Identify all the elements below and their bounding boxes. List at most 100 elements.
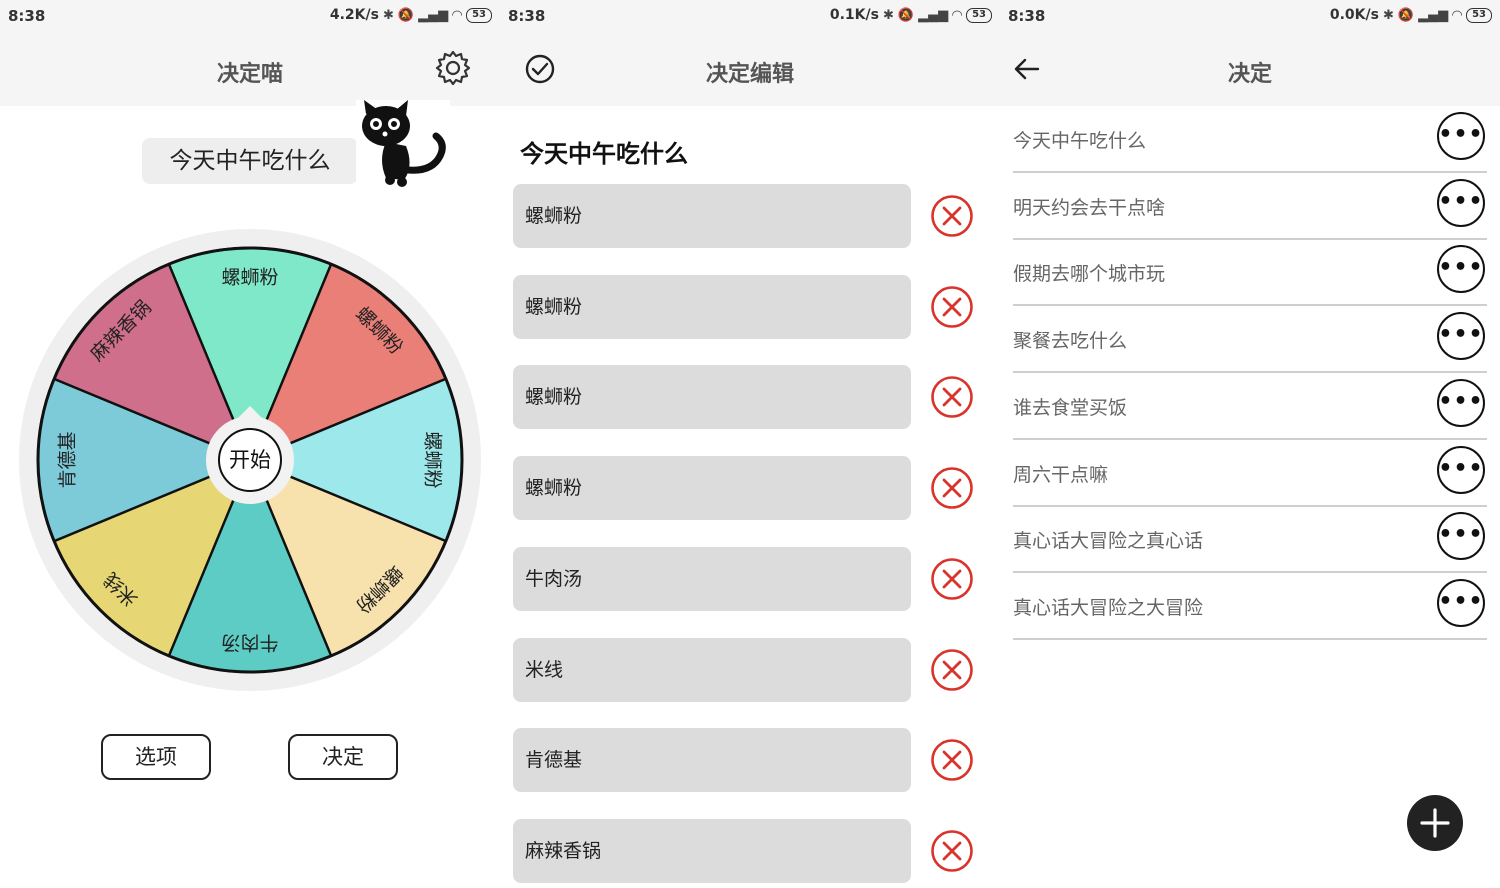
signal-icon: ▂▄▆: [1418, 7, 1449, 23]
decision-list-item[interactable]: 假期去哪个城市玩 •••: [1013, 239, 1487, 307]
option-field[interactable]: 螺蛳粉: [513, 365, 911, 430]
delete-x-icon: [931, 739, 973, 781]
more-options-button[interactable]: •••: [1437, 512, 1485, 561]
more-dots-icon: •••: [1438, 588, 1484, 614]
more-dots-icon: •••: [1438, 388, 1484, 414]
bluetooth-icon: ✱: [382, 7, 394, 23]
add-decision-button[interactable]: [1407, 795, 1463, 851]
status-bar: 8:38 0.1K/s ✱ 🔕 ▂▄▆ ◠ 53: [500, 0, 1000, 32]
page-title: 决定编辑: [705, 62, 794, 87]
more-options-button[interactable]: •••: [1437, 112, 1485, 160]
decision-label: 真心话大冒险之大冒险: [1013, 596, 1204, 619]
decision-label: 谁去食堂买饭: [1013, 396, 1128, 419]
more-dots-icon: •••: [1438, 255, 1484, 281]
wheel-segment-label: 螺蛳粉: [422, 431, 444, 488]
delete-x-icon: [931, 557, 973, 600]
more-options-button[interactable]: •••: [1437, 178, 1485, 227]
delete-option-button[interactable]: [930, 285, 974, 329]
decision-label: 真心话大冒险之真心话: [1013, 530, 1204, 553]
wheel-segment-label: 牛肉汤: [221, 632, 278, 654]
battery-icon: 53: [466, 7, 492, 23]
page-title: 决定喵: [216, 62, 283, 87]
delete-option-button[interactable]: [930, 557, 974, 601]
status-icons: 0.0K/s ✱ 🔕 ▂▄▆ ◠ 53: [1330, 7, 1492, 23]
wheel-segment-label: 肯德基: [57, 431, 79, 488]
start-button-label: 开始: [229, 448, 271, 472]
option-field[interactable]: 牛肉汤: [513, 546, 911, 611]
status-icons: 0.1K/s ✱ 🔕 ▂▄▆ ◠ 53: [830, 7, 992, 23]
app-bar: 决定喵: [0, 32, 500, 106]
cat-mascot: [356, 100, 450, 192]
gear-icon[interactable]: [434, 49, 472, 91]
more-dots-icon: •••: [1438, 188, 1484, 214]
more-options-button[interactable]: •••: [1437, 445, 1485, 494]
page-title: 决定: [1227, 62, 1272, 87]
status-time: 8:38: [508, 7, 546, 25]
status-time: 8:38: [1008, 7, 1046, 25]
network-speed: 4.2K/s: [329, 7, 379, 23]
edit-screen: 8:38 0.1K/s ✱ 🔕 ▂▄▆ ◠ 53 决定编辑 今天中午吃什么 螺蛳…: [500, 0, 1000, 888]
status-bar: 8:38 0.0K/s ✱ 🔕 ▂▄▆ ◠ 53: [1000, 0, 1500, 32]
app-bar: 决定编辑: [500, 32, 1000, 106]
app-bar: 决定: [1000, 32, 1500, 106]
delete-option-button[interactable]: [930, 829, 974, 873]
decide-button[interactable]: 决定: [288, 734, 398, 780]
decision-list-item[interactable]: 真心话大冒险之大冒险 •••: [1013, 573, 1487, 640]
decision-label: 聚餐去吃什么: [1013, 330, 1128, 353]
more-options-button[interactable]: •••: [1437, 378, 1485, 427]
delete-option-button[interactable]: [930, 466, 974, 510]
question-heading: 今天中午吃什么: [520, 140, 688, 168]
signal-icon: ▂▄▆: [918, 7, 949, 23]
option-field[interactable]: 麻辣香锅: [513, 818, 911, 883]
battery-icon: 53: [966, 7, 992, 23]
status-time: 8:38: [8, 7, 46, 25]
option-field[interactable]: 螺蛳粉: [513, 274, 911, 339]
mute-icon: 🔕: [1397, 7, 1415, 23]
more-dots-icon: •••: [1438, 122, 1484, 147]
options-button[interactable]: 选项: [101, 734, 211, 780]
decision-list-item[interactable]: 聚餐去吃什么 •••: [1013, 306, 1487, 374]
decision-wheel[interactable]: 螺蛳粉 螺蛳粉 螺蛳粉 螺蛳粉 牛肉汤 米线 肯德基 麻辣香锅 开始: [18, 228, 482, 696]
delete-x-icon: [931, 467, 973, 509]
decision-list-item[interactable]: 谁去食堂买饭 •••: [1013, 373, 1487, 440]
wifi-icon: ◠: [1452, 7, 1463, 23]
decision-list-item[interactable]: 明天约会去干点啥 •••: [1013, 173, 1487, 240]
delete-option-button[interactable]: [930, 194, 974, 238]
decision-label: 周六干点嘛: [1013, 463, 1109, 486]
more-options-button[interactable]: •••: [1437, 312, 1485, 361]
network-speed: 0.0K/s: [1329, 7, 1379, 23]
delete-x-icon: [931, 195, 973, 237]
bluetooth-icon: ✱: [1382, 7, 1394, 23]
more-dots-icon: •••: [1438, 322, 1484, 348]
option-field[interactable]: 肯德基: [513, 728, 911, 793]
bluetooth-icon: ✱: [882, 7, 894, 23]
wheel-segment-label: 螺蛳粉: [221, 267, 278, 289]
delete-option-button[interactable]: [930, 648, 974, 692]
signal-icon: ▂▄▆: [418, 7, 449, 23]
wifi-icon: ◠: [952, 7, 963, 23]
delete-x-icon: [931, 285, 973, 328]
battery-icon: 53: [1466, 7, 1492, 23]
decision-label: 今天中午吃什么: [1013, 130, 1147, 152]
delete-option-button[interactable]: [930, 738, 974, 782]
status-bar: 8:38 4.2K/s ✱ 🔕 ▂▄▆ ◠ 53: [0, 0, 500, 32]
network-speed: 0.1K/s: [829, 7, 879, 23]
decision-list-item[interactable]: 周六干点嘛 •••: [1013, 440, 1487, 507]
decision-label: 明天约会去干点啥: [1013, 196, 1166, 219]
decision-list-item[interactable]: 今天中午吃什么 •••: [1013, 106, 1487, 173]
more-options-button[interactable]: •••: [1437, 245, 1485, 294]
option-field[interactable]: 螺蛳粉: [513, 184, 911, 248]
option-field[interactable]: 米线: [513, 637, 911, 702]
more-dots-icon: •••: [1438, 522, 1484, 548]
more-options-button[interactable]: •••: [1437, 578, 1485, 627]
delete-x-icon: [931, 648, 973, 691]
delete-x-icon: [931, 830, 973, 872]
delete-option-button[interactable]: [930, 375, 974, 419]
wifi-icon: ◠: [452, 7, 463, 23]
decision-list-screen: 8:38 0.0K/s ✱ 🔕 ▂▄▆ ◠ 53 决定 今天中午吃什么 ••• 明天…: [1000, 0, 1500, 888]
option-field[interactable]: 螺蛳粉: [513, 456, 911, 521]
question-label: 今天中午吃什么: [142, 138, 358, 184]
delete-x-icon: [931, 376, 973, 419]
decision-list-item[interactable]: 真心话大冒险之真心话 •••: [1013, 506, 1487, 574]
status-icons: 4.2K/s ✱ 🔕 ▂▄▆ ◠ 53: [330, 7, 492, 23]
